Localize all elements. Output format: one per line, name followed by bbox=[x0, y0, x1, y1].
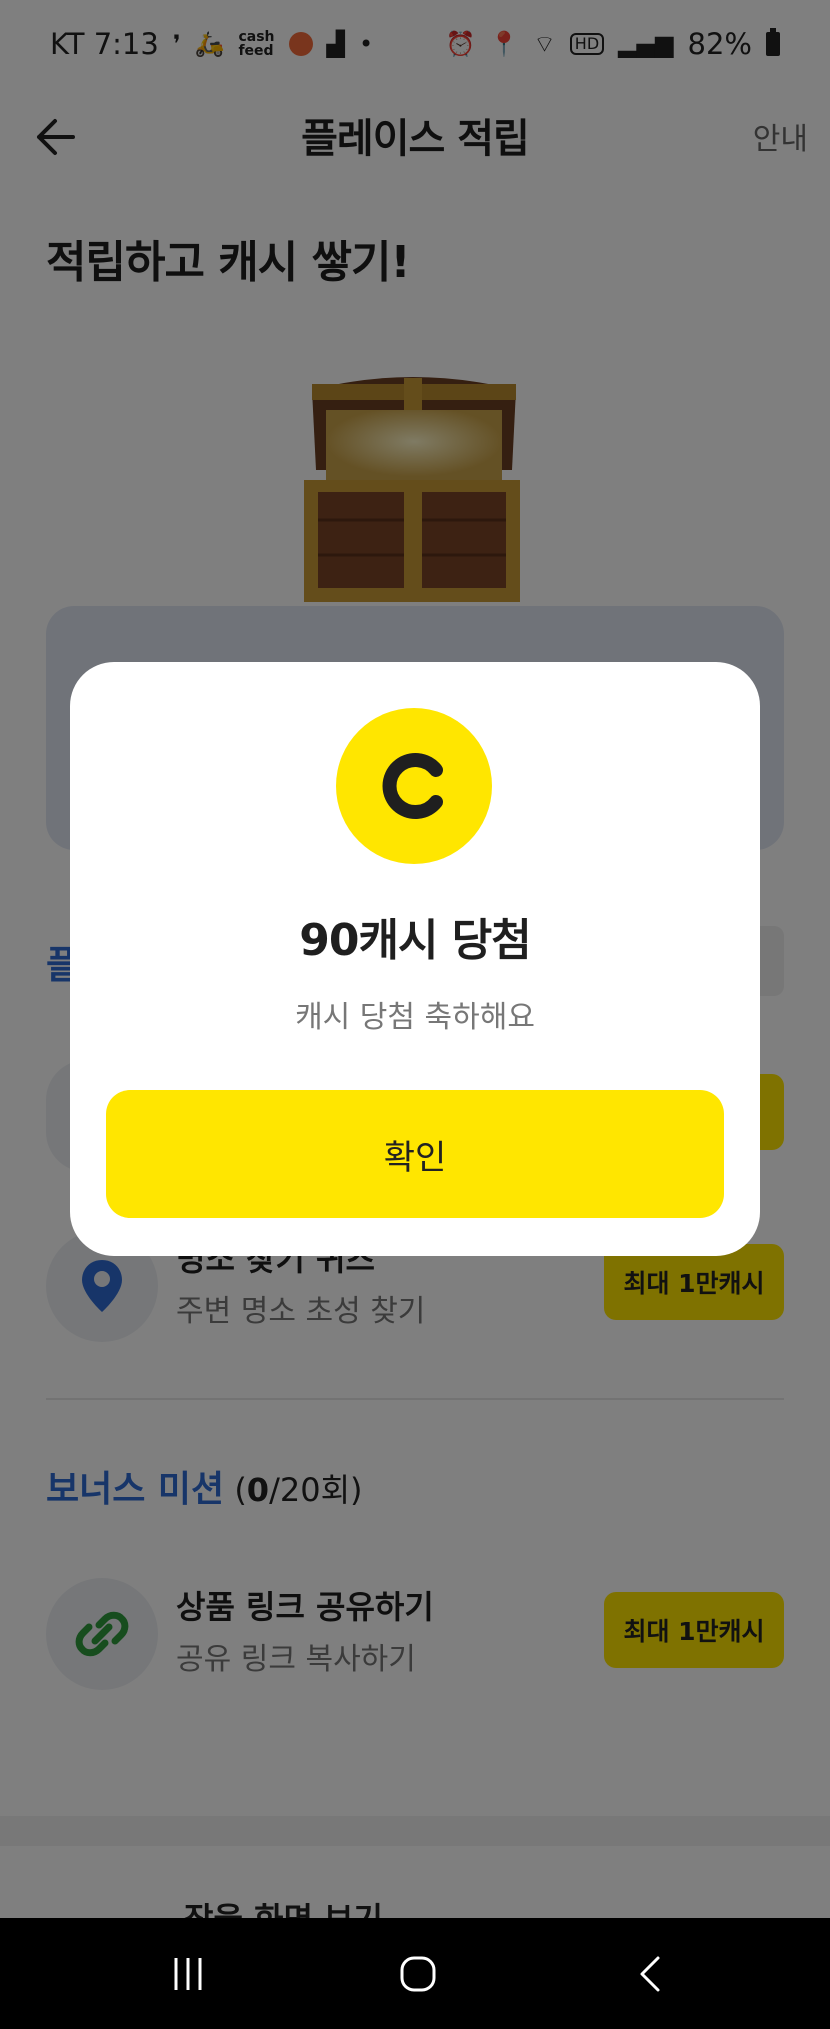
system-nav-bar bbox=[0, 1918, 830, 2029]
recent-apps-icon bbox=[174, 1957, 202, 1990]
cash-c-icon bbox=[382, 753, 443, 819]
home-icon bbox=[400, 1956, 436, 1991]
reward-modal: 90캐시 당첨 캐시 당첨 축하해요 확인 bbox=[70, 662, 760, 1256]
back-nav-button[interactable] bbox=[592, 1918, 712, 2029]
confirm-button[interactable]: 확인 bbox=[106, 1090, 724, 1218]
modal-subtitle: 캐시 당첨 축하해요 bbox=[295, 1000, 535, 1035]
back-chevron-icon bbox=[640, 1956, 660, 1991]
modal-title: 90캐시 당첨 bbox=[299, 915, 531, 966]
recent-apps-button[interactable] bbox=[128, 1918, 248, 2029]
cash-coin-icon bbox=[336, 708, 492, 864]
home-button[interactable] bbox=[358, 1918, 478, 2029]
